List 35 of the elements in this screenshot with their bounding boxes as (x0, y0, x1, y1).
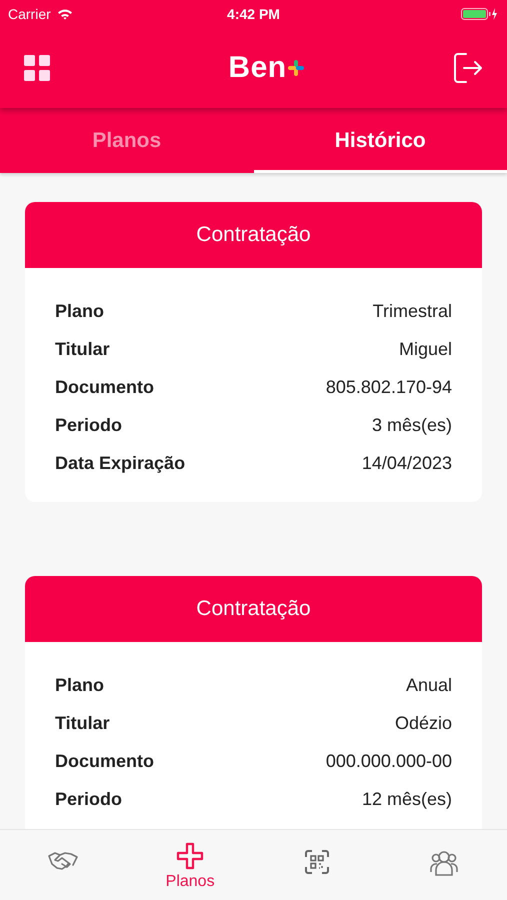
field-label: Titular (55, 338, 110, 360)
qr-scan-icon (304, 850, 329, 874)
field-label: Periodo (55, 414, 122, 436)
field-label: Titular (55, 712, 110, 734)
plus-icon (176, 842, 204, 870)
field-value: Odézio (394, 712, 452, 734)
field-value: 000.000.000-00 (326, 750, 452, 772)
app-logo: Ben (228, 51, 287, 85)
card-title: Contratação (196, 223, 311, 247)
field-value: Anual (406, 674, 452, 696)
field-label: Documento (55, 750, 154, 772)
field-value: 805.802.170-94 (326, 376, 452, 398)
field-value: Trimestral (372, 300, 452, 322)
nav-label: Planos (166, 873, 215, 891)
carrier-label: Carrier (8, 6, 51, 22)
field-value: 12 mês(es) (362, 788, 452, 810)
field-label: Plano (55, 674, 104, 696)
people-icon (430, 850, 458, 876)
handshake-icon (47, 850, 80, 872)
field-value: 14/04/2023 (362, 452, 452, 474)
field-value: 3 mês(es) (372, 414, 452, 436)
status-time: 4:42 PM (227, 6, 280, 22)
wifi-icon (56, 8, 73, 20)
logout-icon[interactable] (453, 52, 483, 84)
field-label: Documento (55, 376, 154, 398)
battery-icon (461, 7, 499, 21)
field-value: Miguel (398, 338, 452, 360)
field-label: Periodo (55, 788, 122, 810)
colored-plus-icon (286, 59, 305, 77)
tab[interactable]: Histórico (254, 108, 507, 173)
grid-menu-icon[interactable] (24, 55, 50, 81)
field-label: Data Expiração (55, 452, 186, 474)
field-label: Plano (55, 300, 104, 322)
nav-item[interactable]: Planos (126, 830, 254, 900)
card-title: Contratação (196, 597, 311, 621)
